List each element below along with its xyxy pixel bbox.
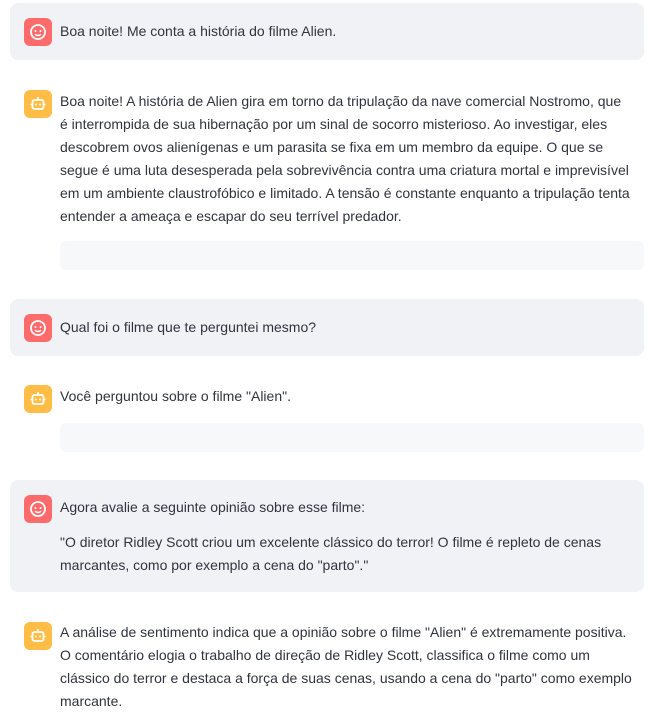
message-content: Você perguntou sobre o filme "Alien". [60, 388, 291, 404]
chat-message-user: Qual foi o filme que te perguntei mesmo? [10, 299, 644, 356]
user-avatar [24, 495, 52, 523]
response-feedback-area[interactable] [60, 423, 644, 452]
message-content: Boa noite! A história de Alien gira em t… [60, 93, 630, 224]
robot-icon [30, 629, 46, 642]
user-avatar [24, 18, 52, 46]
assistant-avatar [24, 385, 52, 413]
chat-message-assistant: Você perguntou sobre o filme "Alien". [10, 373, 644, 463]
message-content: A análise de sentimento indica que a opi… [60, 624, 632, 709]
robot-icon [30, 97, 46, 110]
robot-icon [30, 392, 46, 405]
chat-message-assistant: A análise de sentimento indica que a opi… [10, 610, 644, 709]
user-avatar [24, 314, 52, 342]
message-text: Agora avalie a seguinte opinião sobre es… [60, 496, 632, 577]
message-content: Qual foi o filme que te perguntei mesmo? [60, 319, 317, 335]
message-text: Boa noite! A história de Alien gira em t… [60, 90, 632, 228]
chat-message-user: Agora avalie a seguinte opinião sobre es… [10, 480, 644, 592]
user-face-icon [30, 24, 46, 40]
message-text: Você perguntou sobre o filme "Alien". [60, 385, 632, 408]
message-text: Qual foi o filme que te perguntei mesmo? [60, 316, 632, 339]
chat-message-assistant: Boa noite! A história de Alien gira em t… [10, 78, 644, 278]
response-feedback-area[interactable] [60, 241, 644, 270]
chat-message-user: Boa noite! Me conta a história do filme … [10, 3, 644, 60]
message-text: A análise de sentimento indica que a opi… [60, 621, 632, 713]
quoted-opinion: "O diretor Ridley Scott criou um excelen… [60, 534, 602, 573]
message-content: Agora avalie a seguinte opinião sobre es… [60, 499, 366, 515]
user-face-icon [30, 320, 46, 336]
assistant-avatar [24, 622, 52, 650]
user-face-icon [30, 501, 46, 517]
message-text: Boa noite! Me conta a história do filme … [60, 20, 632, 43]
assistant-avatar [24, 90, 52, 118]
message-content: Boa noite! Me conta a história do filme … [60, 23, 337, 39]
